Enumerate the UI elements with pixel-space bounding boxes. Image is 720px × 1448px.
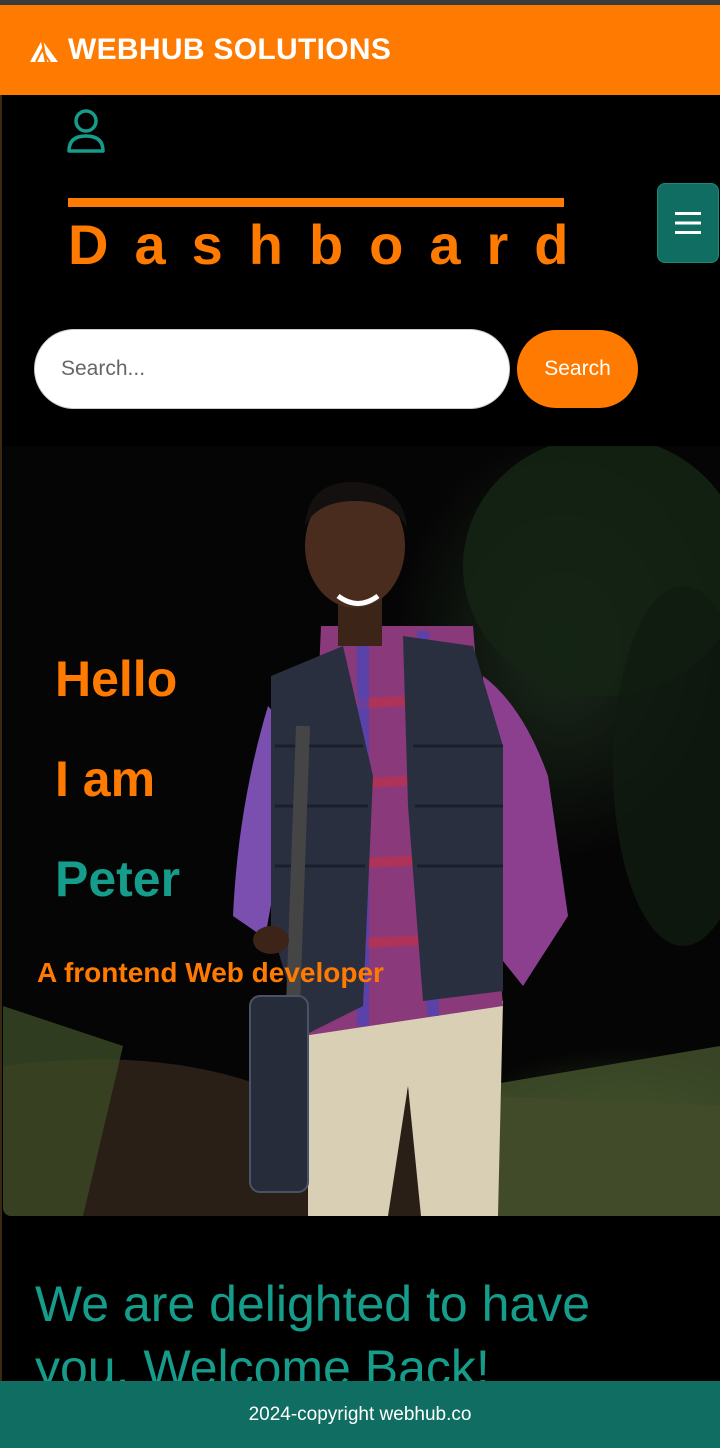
dashboard-underline: [68, 198, 564, 207]
dashboard-title: Dashboard: [68, 213, 595, 276]
hero-name: Peter: [55, 851, 181, 907]
copyright-text: 2024-copyright webhub.co: [248, 1403, 472, 1425]
hero-role: A frontend Web developer: [37, 957, 384, 988]
user-icon[interactable]: [66, 108, 106, 154]
hero-greeting: Hello: [55, 651, 178, 707]
left-border: [0, 95, 2, 1381]
search-input[interactable]: [34, 329, 510, 409]
search-button[interactable]: Search: [517, 330, 638, 408]
hamburger-menu-icon: [675, 212, 701, 234]
hero-intro: I am: [55, 751, 156, 807]
menu-button[interactable]: [657, 183, 719, 263]
hero-banner: Hello I am Peter A frontend Web develope…: [3, 446, 720, 1216]
brand-name[interactable]: WEBHUB SOLUTIONS: [68, 33, 391, 67]
site-header: WEBHUB SOLUTIONS: [0, 5, 720, 95]
site-footer: 2024-copyright webhub.co: [0, 1381, 720, 1448]
paper-plane-icon: [30, 39, 58, 63]
profile-photo: [3, 446, 720, 1216]
